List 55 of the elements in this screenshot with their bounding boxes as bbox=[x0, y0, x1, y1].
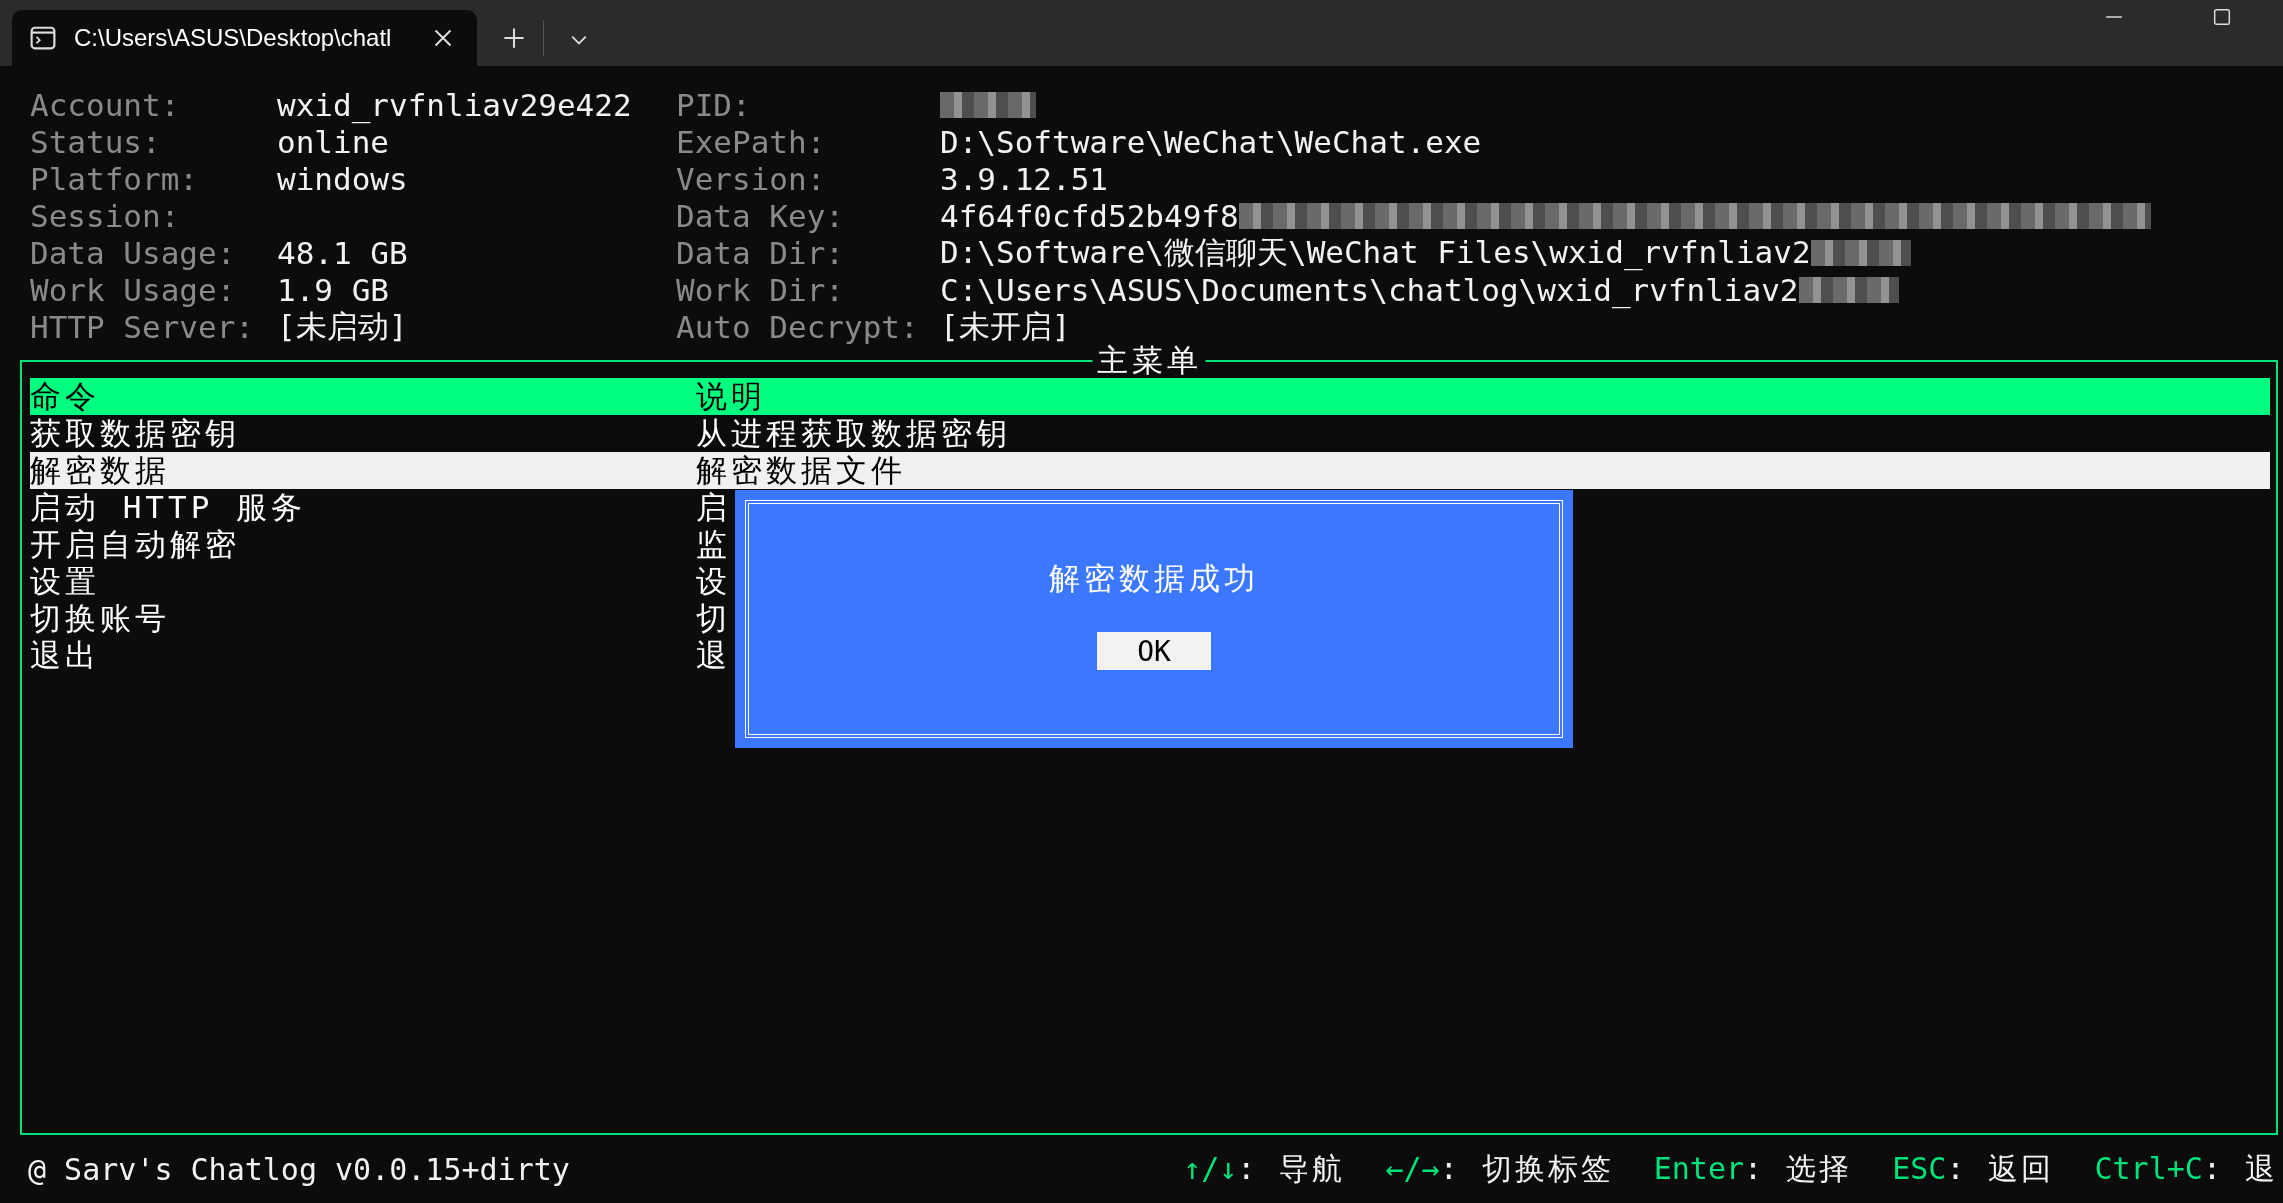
info-label: ExePath: bbox=[676, 123, 827, 160]
info-label: Account: bbox=[30, 86, 181, 123]
shortcut-action: : 导航 bbox=[1237, 1150, 1346, 1186]
tab-title: C:\Users\ASUS\Desktop\chatl bbox=[74, 24, 393, 52]
info-label: Work Usage: bbox=[30, 271, 237, 308]
column-header: 命令 bbox=[30, 376, 101, 416]
close-icon[interactable] bbox=[433, 28, 453, 48]
version-text: @ Sarv's Chatlog v0.0.15+dirty bbox=[28, 1151, 570, 1187]
info-label: Status: bbox=[30, 123, 162, 160]
info-label: Version: bbox=[676, 160, 827, 197]
maximize-icon[interactable] bbox=[2213, 8, 2231, 26]
shortcut-key: Ctrl+C bbox=[2094, 1150, 2203, 1186]
shortcut-action: : 返回 bbox=[1946, 1150, 2055, 1186]
ok-button[interactable]: OK bbox=[1097, 632, 1211, 670]
info-value: 48.1 GB bbox=[277, 234, 408, 271]
plus-icon[interactable] bbox=[503, 27, 525, 49]
shortcut-key: ←/→ bbox=[1385, 1150, 1440, 1186]
info-value: online bbox=[277, 123, 389, 160]
info-label: Data Dir: bbox=[676, 234, 845, 271]
info-label: Work Dir: bbox=[676, 271, 845, 308]
menu-item[interactable]: 开启自动解密 监 bbox=[30, 526, 731, 563]
shortcut-key: Enter bbox=[1653, 1150, 1745, 1186]
info-value: C:\Users\ASUS\Documents\chatlog\wxid_rvfnliav2 bbox=[940, 271, 1799, 308]
shortcut-action: : 退 bbox=[2202, 1150, 2278, 1186]
info-value: 3.9.12.51 bbox=[940, 160, 1108, 197]
info-value: 4f64f0cfd52b49f8 bbox=[940, 197, 1239, 234]
info-label: HTTP Server: bbox=[30, 308, 255, 345]
info-value: [未启动] bbox=[277, 306, 408, 346]
info-value: windows bbox=[277, 160, 408, 197]
shortcut-key: ESC bbox=[1892, 1150, 1947, 1186]
menu-item[interactable]: 启动 HTTP 服务 启 bbox=[30, 489, 731, 526]
info-label: Data Key: bbox=[676, 197, 845, 234]
menu-item[interactable]: 退出 退 bbox=[30, 637, 731, 674]
shortcut-action: : 切换标签 bbox=[1439, 1150, 1614, 1186]
terminal-tab[interactable]: C:\Users\ASUS\Desktop\chatl bbox=[12, 10, 477, 66]
info-value: D:\Software\微信聊天\WeChat Files\wxid_rvfnliav2 bbox=[940, 232, 1811, 273]
info-value: wxid_rvfnliav29e422 bbox=[277, 86, 632, 123]
menu-item[interactable]: 设置 设 bbox=[30, 563, 731, 600]
column-header: 说明 bbox=[696, 376, 766, 416]
info-value: [未开启] bbox=[940, 307, 1071, 346]
info-label: Auto Decrypt: bbox=[676, 308, 920, 345]
menu-item[interactable]: 切换账号 切 bbox=[30, 600, 731, 637]
shortcut-key: ↑/↓ bbox=[1183, 1150, 1238, 1186]
dialog-message: 解密数据成功 bbox=[1049, 559, 1259, 598]
info-value: D:\Software\WeChat\WeChat.exe bbox=[940, 123, 1482, 160]
menu-title: 主菜单 bbox=[1092, 342, 1206, 378]
terminal-icon bbox=[30, 26, 56, 50]
info-value: 1.9 GB bbox=[277, 271, 389, 308]
info-label: PID: bbox=[676, 86, 752, 123]
info-label: Data Usage: bbox=[30, 234, 237, 271]
menu-item[interactable]: 获取数据密钥 从进程获取数据密钥 bbox=[30, 415, 1011, 452]
menu-item[interactable]: 解密数据 解密数据文件 bbox=[30, 452, 2270, 489]
info-label: Session: bbox=[30, 197, 181, 234]
info-label: Platform: bbox=[30, 160, 199, 197]
shortcut-action: : 选择 bbox=[1744, 1150, 1853, 1186]
